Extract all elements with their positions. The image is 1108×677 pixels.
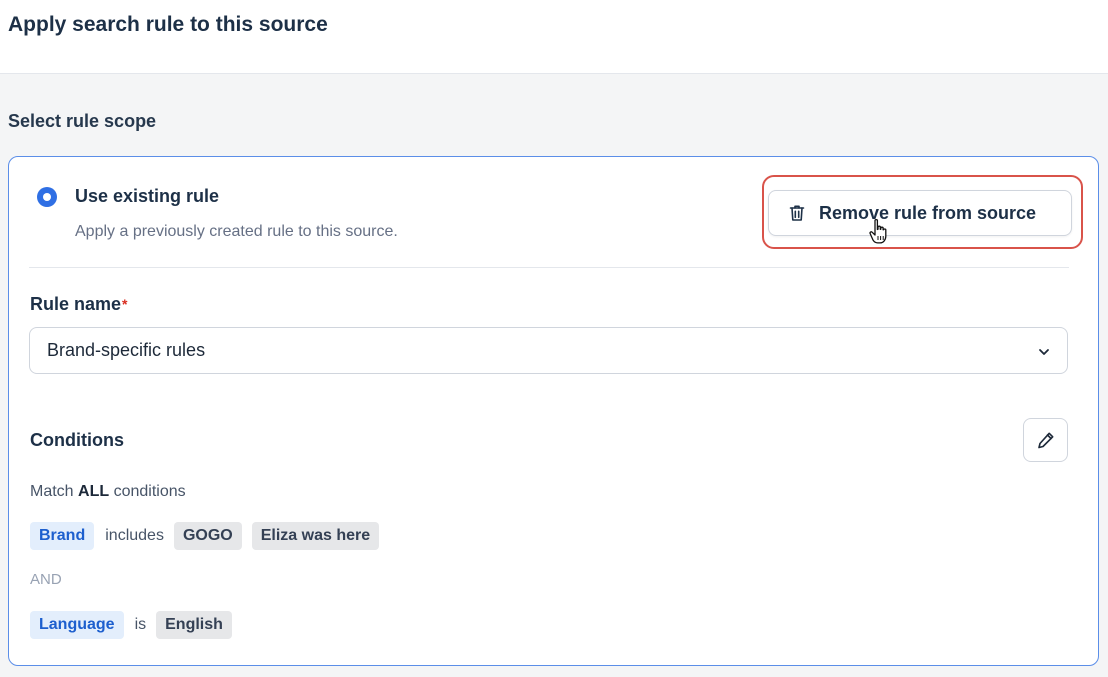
option-description: Apply a previously created rule to this … (75, 223, 398, 240)
condition-field-chip: Brand (30, 522, 95, 550)
remove-rule-button[interactable]: Remove rule from source (768, 190, 1072, 236)
match-mode: ALL (78, 483, 110, 500)
condition-operator: includes (105, 527, 164, 544)
header: Apply search rule to this source (0, 0, 1108, 74)
conditions-title: Conditions (30, 430, 124, 450)
condition-operator: is (134, 616, 147, 633)
condition-value-chip: Eliza was here (251, 522, 380, 550)
match-mode-text: Match ALL conditions (30, 483, 186, 500)
divider (29, 267, 1069, 268)
rule-name-select[interactable]: Brand-specific rules (29, 327, 1068, 374)
required-mark: * (122, 296, 128, 312)
pencil-icon (1037, 432, 1053, 449)
section-title: Select rule scope (8, 111, 157, 131)
edit-conditions-button[interactable] (1023, 418, 1068, 462)
condition-value-chip: English (156, 611, 232, 639)
condition-field-chip: Language (30, 611, 124, 639)
rule-scope-card: Use existing rule Apply a previously cre… (8, 156, 1099, 666)
use-existing-rule-radio[interactable] (37, 187, 57, 207)
rule-name-value: Brand-specific rules (47, 340, 206, 360)
condition-value-chip: GOGO (173, 522, 242, 550)
page-title: Apply search rule to this source (8, 13, 328, 36)
rule-name-label: Rule name* (30, 294, 128, 314)
condition-row: Language is English (30, 611, 242, 639)
condition-joiner: AND (30, 571, 62, 588)
hand-cursor-icon (869, 218, 887, 244)
remove-rule-label: Remove rule from source (819, 202, 1037, 223)
chevron-down-icon (1039, 349, 1049, 355)
condition-row: Brand includes GOGO Eliza was here (30, 522, 389, 550)
option-title[interactable]: Use existing rule (75, 185, 219, 207)
trash-icon (789, 205, 805, 221)
